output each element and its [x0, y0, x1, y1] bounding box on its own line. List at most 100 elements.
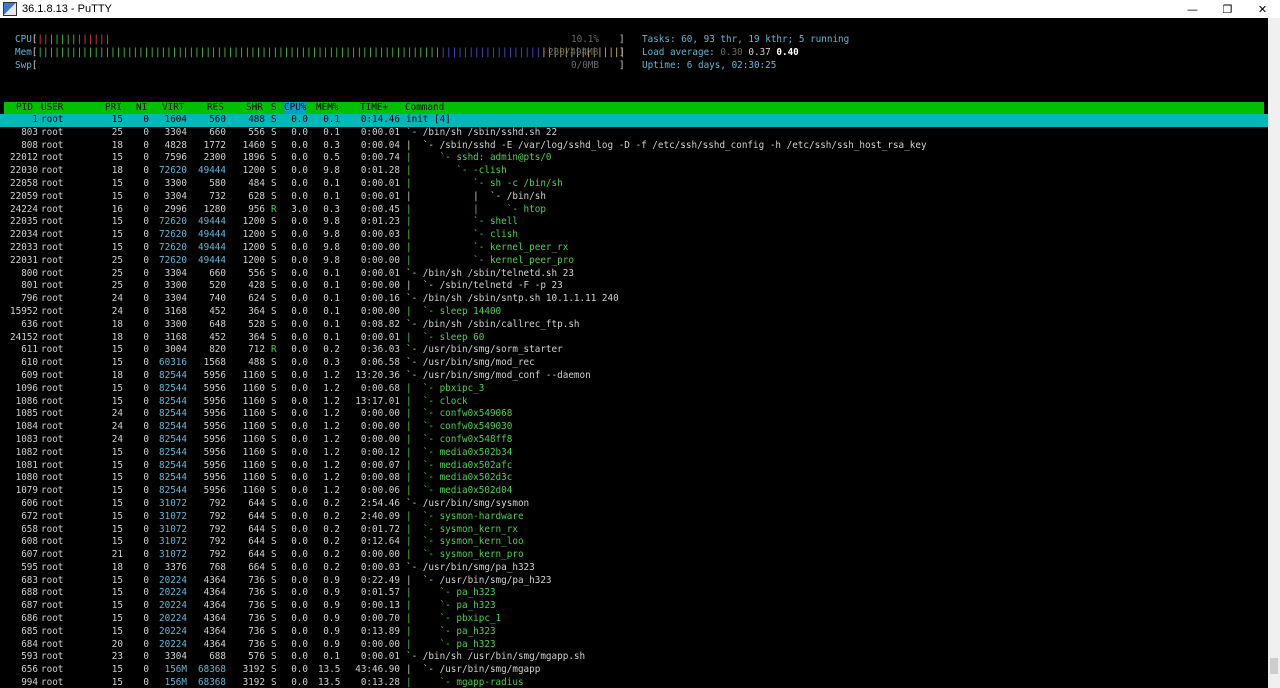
process-row[interactable]: 1081 root 15 0 82544 5956 1160 S 0.0 1.2 0:00.07 | … [0, 460, 1268, 473]
process-cpu: 0.0 [291, 677, 308, 688]
header-state[interactable]: S [271, 102, 277, 114]
header-cpu[interactable]: CPU% [284, 102, 307, 114]
process-row[interactable]: 1079 root 15 0 82544 5956 1160 S 0.0 1.2 0:00.06 | … [0, 485, 1268, 498]
process-row[interactable]: 1083 root 24 0 82544 5956 1160 S 0.0 1.2 0:00.00 | … [0, 434, 1268, 447]
process-row[interactable]: 1084 root 24 0 82544 5956 1160 S 0.0 1.2 0:00.00 | … [0, 421, 1268, 434]
process-row[interactable]: 22031 root 25 0 72620 49444 1200 S 0.0 9.8 0:00.00… [0, 255, 1268, 268]
process-row[interactable]: 22035 root 15 0 72620 49444 1200 S 0.0 9.8 0:01.23… [0, 216, 1268, 229]
process-row[interactable]: 22059 root 15 0 3304 732 628 S 0.0 0.1 0:00.01 | | … [0, 191, 1268, 204]
process-row[interactable]: 1096 root 15 0 82544 5956 1160 S 0.0 1.2 0:00.68 | … [0, 383, 1268, 396]
process-state: S [271, 459, 277, 471]
process-state: S [271, 587, 277, 599]
process-cpu: 0.0 [291, 254, 308, 266]
process-virt: 31072 [159, 549, 187, 561]
process-row[interactable]: 15952 root 24 0 3168 452 364 S 0.0 0.1 0:00.00 | `-… [0, 306, 1268, 319]
process-row[interactable]: 801 root 25 0 3300 520 428 S 0.0 0.1 0:00.00 | `- /… [0, 280, 1268, 293]
scrollbar-thumb[interactable] [1270, 658, 1278, 674]
process-nice: 0 [143, 613, 149, 625]
process-pid: 22031 [10, 254, 38, 266]
header-ni[interactable]: NI [136, 102, 147, 114]
process-row[interactable]: 683 root 15 0 20224 4364 736 S 0.0 0.9 0:22.49 | `-… [0, 575, 1268, 588]
process-row[interactable]: 672 root 15 0 31072 792 644 S 0.0 0.2 2:40.09 | `- … [0, 511, 1268, 524]
process-state: S [271, 600, 277, 612]
header-pri[interactable]: PRI [105, 102, 122, 114]
header-virt[interactable]: VIRT [162, 102, 184, 114]
process-row[interactable]: 22030 root 18 0 72620 49444 1200 S 0.0 9.8 0:01.28… [0, 165, 1268, 178]
header-command[interactable]: Command [405, 102, 444, 114]
process-time: 0:01.28 [360, 165, 400, 177]
process-row[interactable]: 796 root 24 0 3304 740 624 S 0.0 0.1 0:00.16 `- /bi… [0, 293, 1268, 306]
process-table-header[interactable]: PID USER PRI NI VIRT RES SHR S CPU% MEM%… [4, 102, 1264, 114]
process-row[interactable]: 803 root 25 0 3304 660 556 S 0.0 0.1 0:00.01 `- /bi… [0, 127, 1268, 140]
process-nice: 0 [143, 357, 149, 369]
process-list[interactable]: 1 root 15 0 1604 560 488 S 0.0 0.1 0:14.46 init [4]… [0, 114, 1268, 688]
process-cpu: 0.0 [291, 485, 308, 497]
cpu-meter: CPU[||||||||||||| 10.1%] [15, 34, 625, 45]
process-priority: 15 [111, 114, 123, 125]
process-row[interactable]: 24224 root 16 0 2996 1280 956 R 3.0 0.3 0:00.45 | |… [0, 204, 1268, 217]
process-res: 1772 [203, 139, 226, 151]
process-mem: 0.2 [323, 497, 340, 509]
process-row[interactable]: 1085 root 24 0 82544 5956 1160 S 0.0 1.2 0:00.00 | … [0, 408, 1268, 421]
process-res: 4364 [203, 574, 226, 586]
minimize-button[interactable]: — [1175, 0, 1210, 18]
process-row[interactable]: 656 root 15 0 156M 68368 3192 S 0.0 13.5 43:46.90 |… [0, 664, 1268, 677]
process-row[interactable]: 1 root 15 0 1604 560 488 S 0.0 0.1 0:14.46 init [4] [0, 114, 1268, 127]
process-row[interactable]: 593 root 23 0 3304 688 576 S 0.0 0.1 0:00.01 `- /bi… [0, 651, 1268, 664]
process-user: root [41, 613, 64, 625]
process-row[interactable]: 688 root 15 0 20224 4364 736 S 0.0 0.9 0:01.57 | `-… [0, 587, 1268, 600]
header-time[interactable]: TIME+ [360, 102, 388, 114]
maximize-button[interactable]: ❐ [1210, 0, 1245, 18]
process-row[interactable]: 610 root 15 0 60316 1568 488 S 0.0 0.3 0:06.58 `- /… [0, 357, 1268, 370]
close-button[interactable]: ✕ [1245, 0, 1280, 18]
process-user: root [41, 459, 64, 471]
terminal-area[interactable]: CPU[||||||||||||| 10.1%] Mem[||||||||||||… [0, 18, 1268, 688]
process-pid: 1084 [15, 421, 38, 433]
process-row[interactable]: 24152 root 18 0 3168 452 364 S 0.0 0.1 0:00.01 | `-… [0, 332, 1268, 345]
header-res[interactable]: RES [207, 102, 224, 114]
process-shr: 1160 [242, 382, 265, 394]
process-pid: 1 [32, 114, 38, 125]
process-mem: 0.2 [323, 549, 340, 561]
process-row[interactable]: 684 root 20 0 20224 4364 736 S 0.0 0.9 0:00.00 | `-… [0, 639, 1268, 652]
process-cpu: 3.0 [291, 203, 308, 215]
process-state: S [271, 421, 277, 433]
process-time: 0:01.72 [360, 523, 400, 535]
process-row[interactable]: 607 root 21 0 31072 792 644 S 0.0 0.2 0:00.00 | `- … [0, 549, 1268, 562]
process-row[interactable]: 686 root 15 0 20224 4364 736 S 0.0 0.9 0:00.70 | `-… [0, 613, 1268, 626]
process-row[interactable]: 606 root 15 0 31072 792 644 S 0.0 0.2 2:54.46 `- /u… [0, 498, 1268, 511]
vertical-scrollbar[interactable] [1268, 18, 1280, 688]
process-shr: 1160 [242, 433, 265, 445]
process-nice: 0 [143, 561, 149, 573]
process-priority: 24 [111, 421, 123, 433]
process-row[interactable]: 1086 root 15 0 82544 5956 1160 S 0.0 1.2 13:17.01 |… [0, 396, 1268, 409]
header-mem[interactable]: MEM% [316, 102, 338, 114]
process-row[interactable]: 611 root 15 0 3004 820 712 R 0.0 0.2 0:36.03 `- /us… [0, 344, 1268, 357]
putty-app-icon[interactable] [3, 2, 17, 16]
process-row[interactable]: 1080 root 15 0 82544 5956 1160 S 0.0 1.2 0:00.08 | … [0, 472, 1268, 485]
process-row[interactable]: 22033 root 15 0 72620 49444 1200 S 0.0 9.8 0:00.00… [0, 242, 1268, 255]
process-row[interactable]: 800 root 25 0 3304 660 556 S 0.0 0.1 0:00.01 `- /bi… [0, 268, 1268, 281]
header-pid[interactable]: PID [16, 102, 33, 114]
process-user: root [41, 472, 64, 484]
process-user: root [41, 280, 64, 292]
process-row[interactable]: 687 root 15 0 20224 4364 736 S 0.0 0.9 0:00.13 | `-… [0, 600, 1268, 613]
process-state: S [271, 216, 277, 228]
process-pid: 609 [21, 369, 38, 381]
process-row[interactable]: 636 root 18 0 3300 648 528 S 0.0 0.1 0:08.82 `- /bi… [0, 319, 1268, 332]
process-nice: 0 [143, 677, 149, 688]
header-user[interactable]: USER [41, 102, 63, 114]
header-shr[interactable]: SHR [246, 102, 263, 114]
process-row[interactable]: 595 root 18 0 3376 768 664 S 0.0 0.2 0:00.03 `- /us… [0, 562, 1268, 575]
process-row[interactable]: 22058 root 15 0 3300 580 484 S 0.0 0.1 0:00.01 | `-… [0, 178, 1268, 191]
process-row[interactable]: 609 root 18 0 82544 5956 1160 S 0.0 1.2 13:20.36 `-… [0, 370, 1268, 383]
process-row[interactable]: 994 root 15 0 156M 68368 3192 S 0.0 13.5 0:13.28 | … [0, 677, 1268, 688]
process-row[interactable]: 608 root 15 0 31072 792 644 S 0.0 0.2 0:12.64 | `- … [0, 536, 1268, 549]
process-row[interactable]: 808 root 18 0 4828 1772 1460 S 0.0 0.3 0:00.04 | `-… [0, 140, 1268, 153]
process-user: root [41, 369, 64, 381]
process-row[interactable]: 685 root 15 0 20224 4364 736 S 0.0 0.9 0:13.89 | `-… [0, 626, 1268, 639]
process-row[interactable]: 658 root 15 0 31072 792 644 S 0.0 0.2 0:01.72 | `- … [0, 524, 1268, 537]
process-row[interactable]: 22034 root 15 0 72620 49444 1200 S 0.0 9.8 0:00.03… [0, 229, 1268, 242]
process-row[interactable]: 1082 root 15 0 82544 5956 1160 S 0.0 1.2 0:00.12 | … [0, 447, 1268, 460]
process-row[interactable]: 22012 root 15 0 7596 2300 1896 S 0.0 0.5 0:00.74 | … [0, 152, 1268, 165]
